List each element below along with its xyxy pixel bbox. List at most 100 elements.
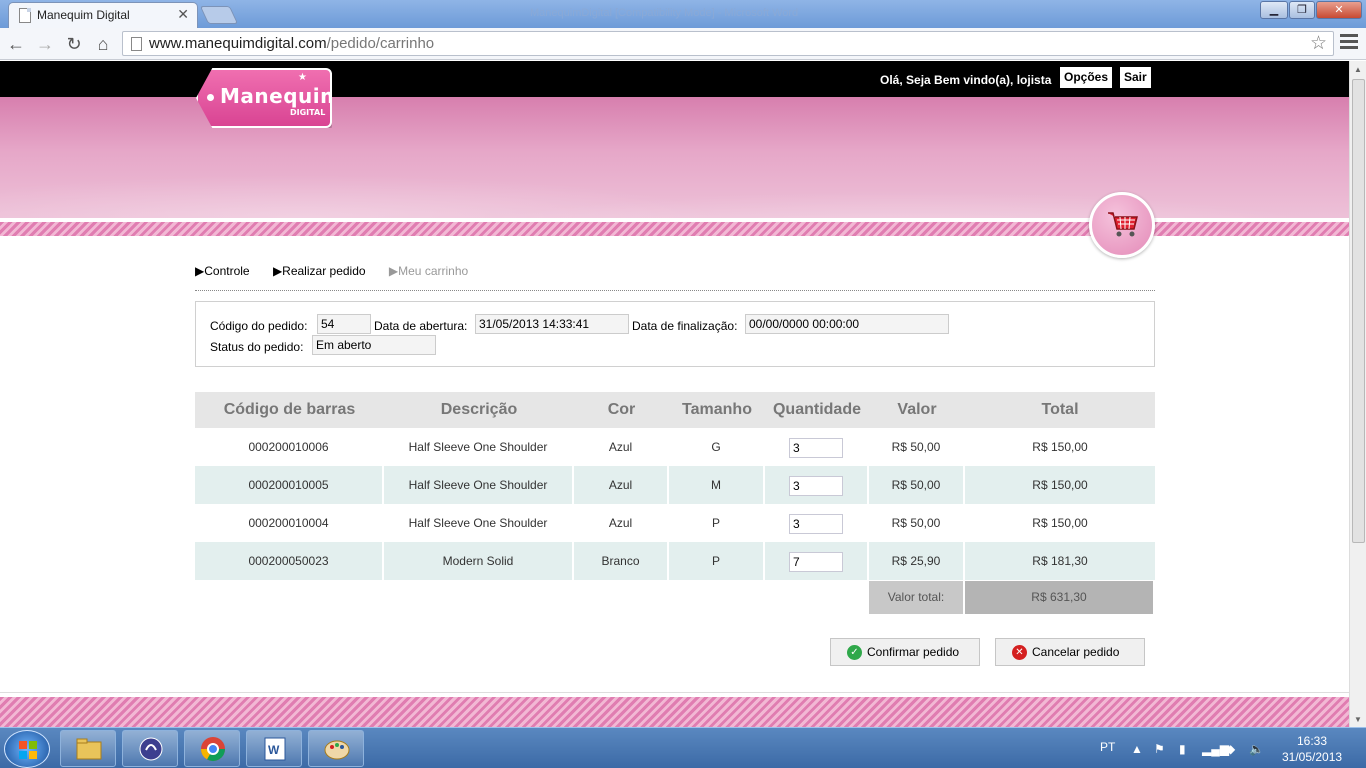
tab-title: Manequim Digital xyxy=(37,8,130,22)
logo-star-icon: ★ xyxy=(298,72,307,83)
logo-subtext: DIGITAL xyxy=(290,108,326,117)
site-logo[interactable]: ★ Manequim DIGITAL xyxy=(196,68,332,128)
footer-divider xyxy=(0,692,1349,693)
svg-text:W: W xyxy=(268,743,280,757)
size-cell: P xyxy=(669,542,765,580)
minimize-button[interactable]: ▁ xyxy=(1260,1,1288,19)
color-cell: Branco xyxy=(574,542,669,580)
tray-expand-icon[interactable]: ▲ xyxy=(1131,742,1143,756)
opened-date-field: 31/05/2013 14:33:41 xyxy=(475,314,629,334)
quantity-input[interactable]: 3 xyxy=(789,437,843,458)
description-cell: Half Sleeve One Shoulder xyxy=(384,504,574,542)
total-cell: R$ 181,30 xyxy=(1032,554,1088,568)
clock-time[interactable]: 16:33 xyxy=(1297,734,1327,748)
close-window-button[interactable]: ✕ xyxy=(1316,1,1362,19)
page-icon xyxy=(131,37,142,51)
color-cell: Azul xyxy=(574,466,669,504)
size-cell: M xyxy=(669,466,765,504)
browser-toolbar: ← → ↻ ⌂ www.manequimdigital.com/pedido/c… xyxy=(0,28,1366,60)
language-indicator[interactable]: PT xyxy=(1100,740,1115,754)
torrent-icon xyxy=(139,737,163,761)
tab-close-icon[interactable]: ✕ xyxy=(177,6,189,23)
logout-link[interactable]: Sair xyxy=(1120,67,1151,88)
forward-icon[interactable]: → xyxy=(33,32,57,56)
breadcrumb-divider xyxy=(195,290,1155,291)
dropbox-icon[interactable]: ◆ xyxy=(1226,742,1235,756)
quantity-input[interactable]: 3 xyxy=(789,475,843,496)
barcode-cell: 000200010006 xyxy=(195,428,384,466)
quantity-cell: 3 xyxy=(765,466,869,504)
grand-total-row: Valor total: R$ 631,30 xyxy=(195,581,1155,614)
description-cell: Half Sleeve One Shoulder xyxy=(384,466,574,504)
order-info-panel: Código do pedido: 54 Data de abertura: 3… xyxy=(195,301,1155,367)
clock-date[interactable]: 31/05/2013 xyxy=(1282,750,1342,764)
browser-menu-icon[interactable] xyxy=(1340,34,1358,52)
status-field: Em aberto xyxy=(312,335,436,355)
page-scrollbar[interactable]: ▲ ▼ xyxy=(1349,61,1366,727)
footer-hatch xyxy=(0,697,1349,727)
quantity-input[interactable]: 3 xyxy=(789,513,843,534)
cancel-x-icon: ✕ xyxy=(1012,645,1027,660)
browser-titlebar: Manequim Digital ✕ ManequimDigital [Comp… xyxy=(0,0,1366,28)
breadcrumb-item-controle[interactable]: ▶Controle xyxy=(195,264,260,278)
description-cell: Half Sleeve One Shoulder xyxy=(384,428,574,466)
taskbar-paint[interactable] xyxy=(308,730,364,767)
grand-total-value: R$ 631,30 xyxy=(965,581,1153,614)
grand-total-label: Valor total: xyxy=(869,581,963,614)
taskbar-explorer[interactable] xyxy=(60,730,116,767)
cart-badge[interactable] xyxy=(1089,192,1155,258)
order-code-label: Código do pedido: xyxy=(210,319,308,333)
column-header: Código de barras xyxy=(223,401,356,418)
taskbar-torrent[interactable] xyxy=(122,730,178,767)
start-button[interactable] xyxy=(4,730,50,768)
column-header: Quantidade xyxy=(772,401,861,418)
page-icon xyxy=(19,8,31,23)
taskbar-word[interactable]: W xyxy=(246,730,302,767)
chrome-icon xyxy=(201,737,225,762)
maximize-button[interactable]: ❐ xyxy=(1289,1,1315,19)
flag-icon[interactable]: ⚑ xyxy=(1154,742,1165,756)
table-header: Código de barras Descrição Cor Tamanho Q… xyxy=(195,392,1155,428)
options-link[interactable]: Opções xyxy=(1060,67,1113,88)
power-icon[interactable]: ▮ xyxy=(1179,742,1186,756)
bookmark-star-icon[interactable]: ☆ xyxy=(1310,32,1327,55)
table-row: 000200010006 Half Sleeve One Shoulder Az… xyxy=(195,428,1155,466)
url-text: www.manequimdigital.com/pedido/carrinho xyxy=(149,35,435,52)
header-banner xyxy=(0,97,1349,218)
cancel-order-label: Cancelar pedido xyxy=(1032,645,1120,659)
browser-tab[interactable]: Manequim Digital ✕ xyxy=(8,2,198,28)
color-cell: Azul xyxy=(574,428,669,466)
home-icon[interactable]: ⌂ xyxy=(91,32,115,56)
quantity-input[interactable]: 7 xyxy=(789,551,843,572)
column-header: Cor xyxy=(607,401,636,418)
scroll-down-icon[interactable]: ▼ xyxy=(1354,715,1362,724)
cancel-order-button[interactable]: ✕ Cancelar pedido xyxy=(995,638,1145,666)
cart-table: Código de barras Descrição Cor Tamanho Q… xyxy=(195,392,1155,614)
size-cell: P xyxy=(669,504,765,542)
back-icon[interactable]: ← xyxy=(4,32,28,56)
column-header: Valor xyxy=(897,401,937,418)
breadcrumb-item-realizar-pedido[interactable]: ▶Realizar pedido xyxy=(273,264,376,278)
reload-icon[interactable]: ↻ xyxy=(62,32,86,56)
taskbar-chrome[interactable] xyxy=(184,730,240,767)
barcode-cell: 000200050023 xyxy=(195,542,384,580)
scroll-up-icon[interactable]: ▲ xyxy=(1354,65,1362,74)
price-cell: R$ 50,00 xyxy=(869,504,965,542)
new-tab-button[interactable] xyxy=(199,6,239,24)
total-cell: R$ 150,00 xyxy=(1032,478,1088,492)
order-code-field: 54 xyxy=(317,314,371,334)
column-header: Tamanho xyxy=(682,401,752,418)
scroll-thumb[interactable] xyxy=(1352,79,1365,543)
logo-dot xyxy=(207,94,214,101)
network-signal-icon[interactable]: ▂▄▆ xyxy=(1202,742,1229,756)
volume-icon[interactable]: 🔈 xyxy=(1249,742,1264,756)
address-bar[interactable]: www.manequimdigital.com/pedido/carrinho … xyxy=(122,31,1334,56)
windows-flag-icon xyxy=(19,741,37,759)
column-header: Total xyxy=(1041,401,1079,418)
opened-date-label: Data de abertura: xyxy=(374,319,468,333)
web-page: Olá, Seja Bem vindo(a), lojista Opções S… xyxy=(0,61,1349,727)
barcode-cell: 000200010004 xyxy=(195,504,384,542)
confirm-order-button[interactable]: ✓ Confirmar pedido xyxy=(830,638,980,666)
total-cell: R$ 150,00 xyxy=(1032,440,1088,454)
total-cell: R$ 150,00 xyxy=(1032,516,1088,530)
